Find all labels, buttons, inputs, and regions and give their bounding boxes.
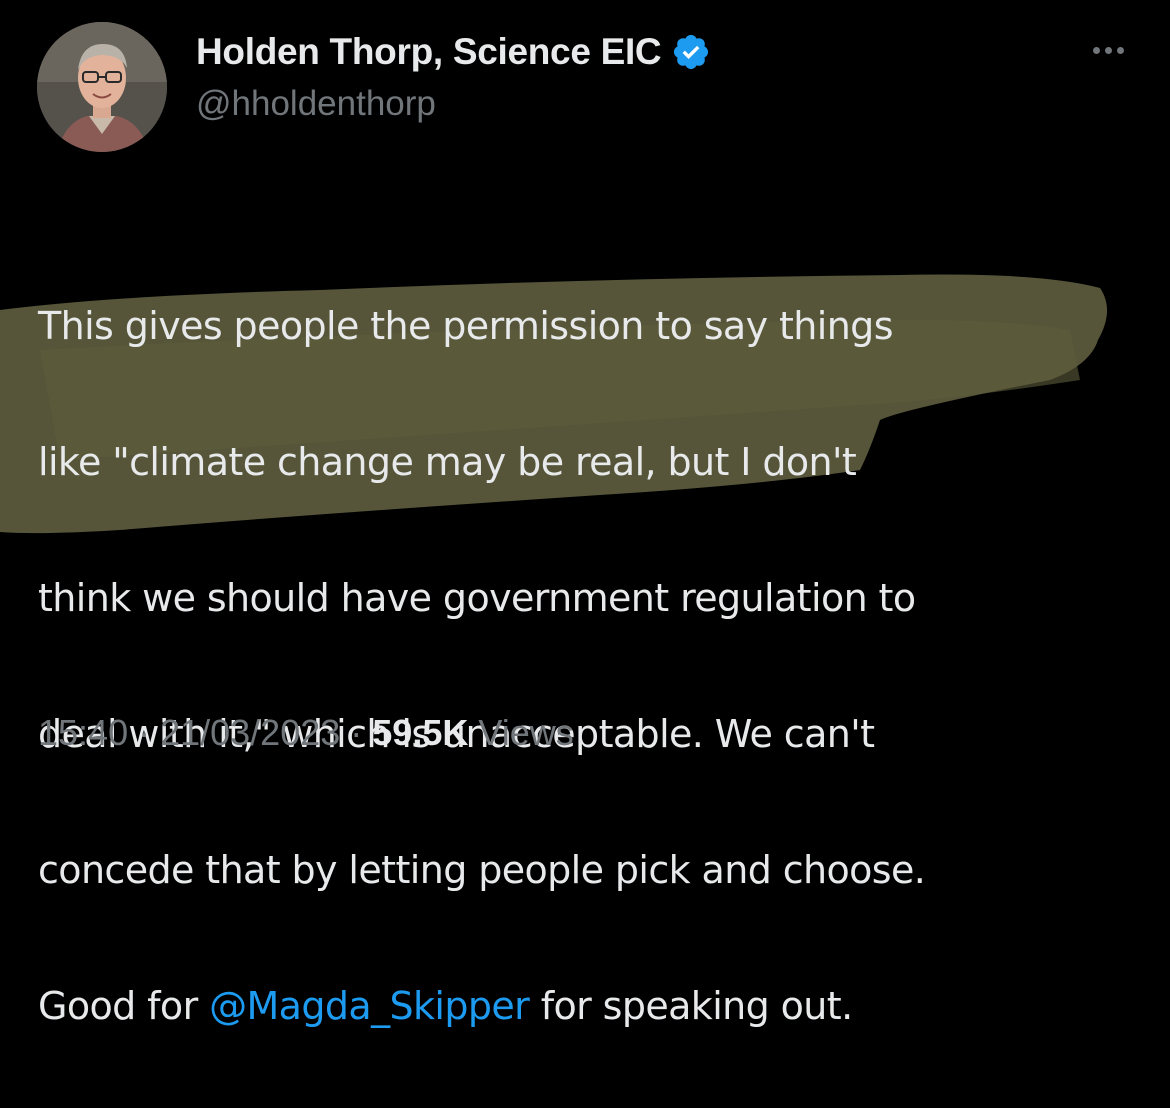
tweet-text-line: think we should have government regulati… [38,576,916,620]
tweet-text-line: like "climate change may be real, but I … [38,440,857,484]
tweet-card: Holden Thorp, Science EIC @hholdenthorp … [0,0,1170,1028]
more-options-button[interactable] [1078,30,1138,70]
tweet-text-line: This gives people the permission to say … [38,304,894,348]
mention-link[interactable]: @Magda_Skipper [209,984,530,1028]
tweet-text-line: concede that by letting people pick and … [38,848,926,892]
more-horizontal-icon [1092,46,1100,54]
text-suffix: for speaking out. [529,984,853,1028]
author-name-row: Holden Thorp, Science EIC [196,30,711,74]
tweet-metadata: 15:40 · 21/03/2023 · 59.5K Views [38,712,574,754]
views-count[interactable]: 59.5K [372,712,468,753]
author-display-name[interactable]: Holden Thorp, Science EIC [196,31,662,73]
tweet-text-line: Good for @Magda_Skipper for speaking out… [38,972,1148,1040]
verified-badge-icon[interactable] [671,32,711,72]
text-prefix: Good for [38,984,210,1028]
meta-separator: · [340,712,373,753]
views-label: Views [468,712,574,753]
meta-separator: · [128,712,161,753]
avatar-icon [37,22,167,152]
author-avatar[interactable] [37,22,167,152]
author-handle[interactable]: @hholdenthorp [196,84,436,124]
tweet-body: This gives people the permission to say … [38,224,1148,1108]
tweet-date[interactable]: 21/03/2023 [160,712,340,753]
tweet-time[interactable]: 15:40 [38,712,128,753]
